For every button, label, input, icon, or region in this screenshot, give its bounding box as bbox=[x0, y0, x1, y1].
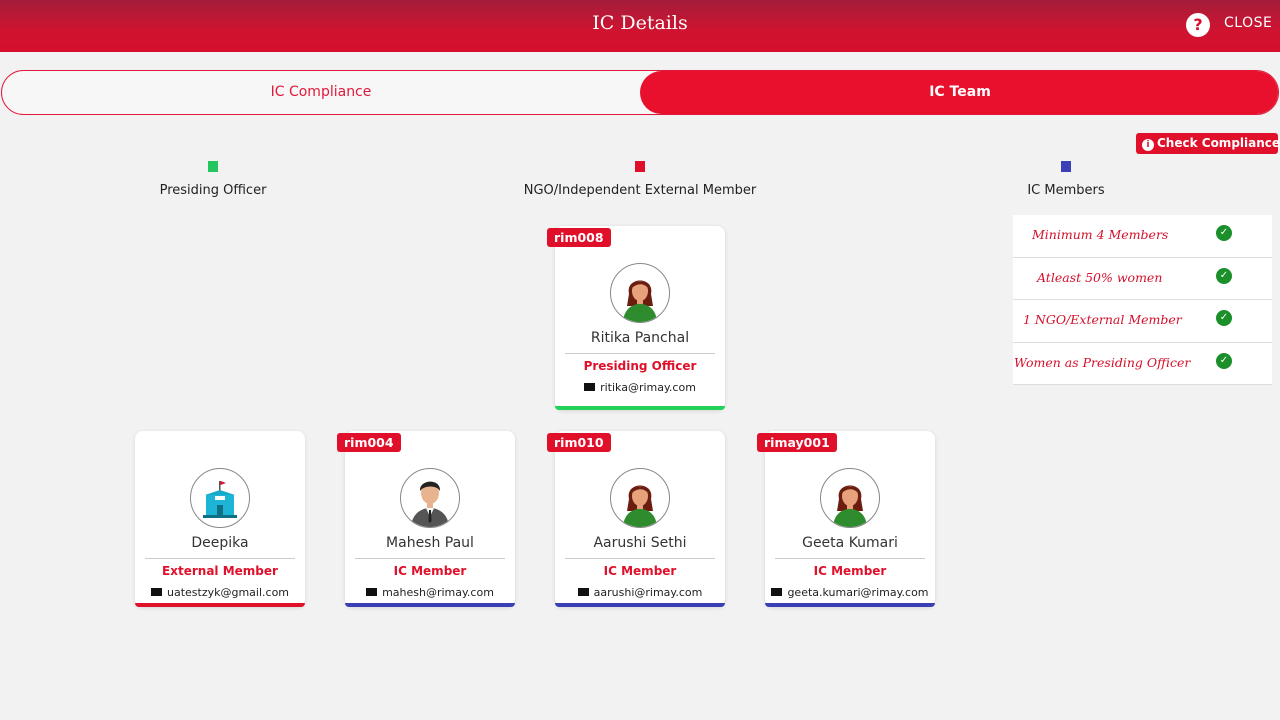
role-color-bar bbox=[765, 603, 935, 607]
mail-icon bbox=[771, 588, 783, 596]
member-email-text: aarushi@rimay.com bbox=[593, 586, 703, 599]
header-bar: IC Details ? CLOSE bbox=[0, 0, 1280, 52]
divider bbox=[565, 558, 715, 559]
member-name: Aarushi Sethi bbox=[593, 535, 687, 551]
mail-icon bbox=[577, 588, 589, 596]
legend-presiding-officer: Presiding Officer bbox=[113, 161, 313, 198]
member-id-badge: rim010 bbox=[547, 433, 611, 452]
role-color-bar bbox=[135, 603, 305, 607]
mail-icon bbox=[366, 588, 378, 596]
legend-swatch bbox=[208, 161, 218, 172]
check-circle-icon: ✓ bbox=[1216, 267, 1232, 284]
legend-label: Presiding Officer bbox=[159, 183, 267, 198]
divider bbox=[565, 353, 715, 354]
page-title: IC Details bbox=[592, 12, 688, 34]
check-circle-icon: ✓ bbox=[1216, 352, 1232, 369]
legend-external-member: NGO/Independent External Member bbox=[500, 161, 780, 198]
female-avatar-icon bbox=[610, 263, 670, 323]
rule-row: Minimum 4 Members ✓ bbox=[1013, 215, 1272, 258]
member-id-badge: rim008 bbox=[547, 228, 611, 247]
mail-icon bbox=[150, 588, 162, 596]
member-role: Presiding Officer bbox=[583, 359, 697, 373]
legend-swatch bbox=[1061, 161, 1071, 172]
member-email-text: ritika@rimay.com bbox=[600, 381, 696, 394]
member-email-text: geeta.kumari@rimay.com bbox=[787, 586, 929, 599]
member-name: Deepika bbox=[191, 535, 249, 551]
female-avatar-icon bbox=[610, 468, 670, 528]
rule-label: Minimum 4 Members bbox=[1032, 227, 1169, 242]
rule-label: 1 NGO/External Member bbox=[1023, 312, 1182, 327]
member-name: Ritika Panchal bbox=[590, 330, 690, 346]
compliance-checklist: Minimum 4 Members ✓ Atleast 50% women ✓ … bbox=[1013, 215, 1272, 385]
member-email-text: uatestzyk@gmail.com bbox=[166, 586, 290, 599]
divider bbox=[775, 558, 925, 559]
member-id-badge: rimay001 bbox=[757, 433, 837, 452]
question-circle-icon[interactable]: ? bbox=[1186, 13, 1210, 37]
rule-row: 1 NGO/External Member ✓ bbox=[1013, 300, 1272, 343]
rule-row: Atleast 50% women ✓ bbox=[1013, 258, 1272, 300]
member-card[interactable]: rim004 Mahesh Paul IC Member mahesh@rima… bbox=[337, 431, 515, 607]
divider bbox=[145, 558, 295, 559]
check-circle-icon: ✓ bbox=[1216, 225, 1232, 241]
mail-icon bbox=[584, 383, 596, 391]
member-card[interactable]: rimay001 Geeta Kumari IC Member geeta.ku… bbox=[757, 431, 935, 607]
rule-row: Women as Presiding Officer ✓ bbox=[1013, 343, 1272, 385]
ngo-building-icon bbox=[190, 468, 250, 528]
divider bbox=[355, 558, 505, 559]
member-email: mahesh@rimay.com bbox=[345, 586, 515, 599]
rule-label: Women as Presiding Officer bbox=[1014, 354, 1191, 370]
role-color-bar bbox=[555, 406, 725, 410]
legend-ic-members: IC Members bbox=[1006, 161, 1126, 198]
female-avatar-icon bbox=[820, 468, 880, 528]
close-button[interactable]: CLOSE bbox=[1224, 15, 1272, 31]
tab-bar: IC Compliance IC Team bbox=[1, 70, 1279, 115]
member-email-text: mahesh@rimay.com bbox=[382, 586, 494, 599]
legend-label: IC Members bbox=[1027, 183, 1105, 198]
member-role: IC Member bbox=[603, 564, 677, 578]
member-card[interactable]: rim010 Aarushi Sethi IC Member aarushi@r… bbox=[547, 431, 725, 607]
check-compliance-label: Check Compliance bbox=[1157, 136, 1280, 150]
male-avatar-icon bbox=[400, 468, 460, 528]
role-color-bar bbox=[555, 603, 725, 607]
role-color-bar bbox=[345, 603, 515, 607]
member-name: Mahesh Paul bbox=[386, 535, 474, 551]
member-email: ritika@rimay.com bbox=[555, 381, 725, 394]
member-card[interactable]: Deepika External Member uatestzyk@gmail.… bbox=[135, 431, 305, 607]
member-role: IC Member bbox=[813, 564, 887, 578]
member-name: Geeta Kumari bbox=[802, 535, 898, 551]
member-role: External Member bbox=[162, 564, 278, 578]
member-role: IC Member bbox=[393, 564, 467, 578]
tab-ic-team[interactable]: IC Team bbox=[640, 71, 1278, 114]
legend-label: NGO/Independent External Member bbox=[523, 183, 757, 198]
legend-swatch bbox=[635, 161, 645, 172]
member-email: geeta.kumari@rimay.com bbox=[765, 586, 935, 599]
member-card[interactable]: rim008 Ritika Panchal Presiding Officer … bbox=[547, 226, 725, 410]
member-email: aarushi@rimay.com bbox=[555, 586, 725, 599]
rule-label: Atleast 50% women bbox=[1037, 269, 1163, 285]
check-circle-icon: ✓ bbox=[1216, 310, 1232, 326]
info-circle-icon: i bbox=[1142, 139, 1154, 151]
member-email: uatestzyk@gmail.com bbox=[135, 586, 305, 599]
member-id-badge: rim004 bbox=[337, 433, 401, 452]
check-compliance-button[interactable]: i Check Compliance bbox=[1136, 133, 1280, 154]
tab-ic-compliance[interactable]: IC Compliance bbox=[2, 71, 640, 114]
